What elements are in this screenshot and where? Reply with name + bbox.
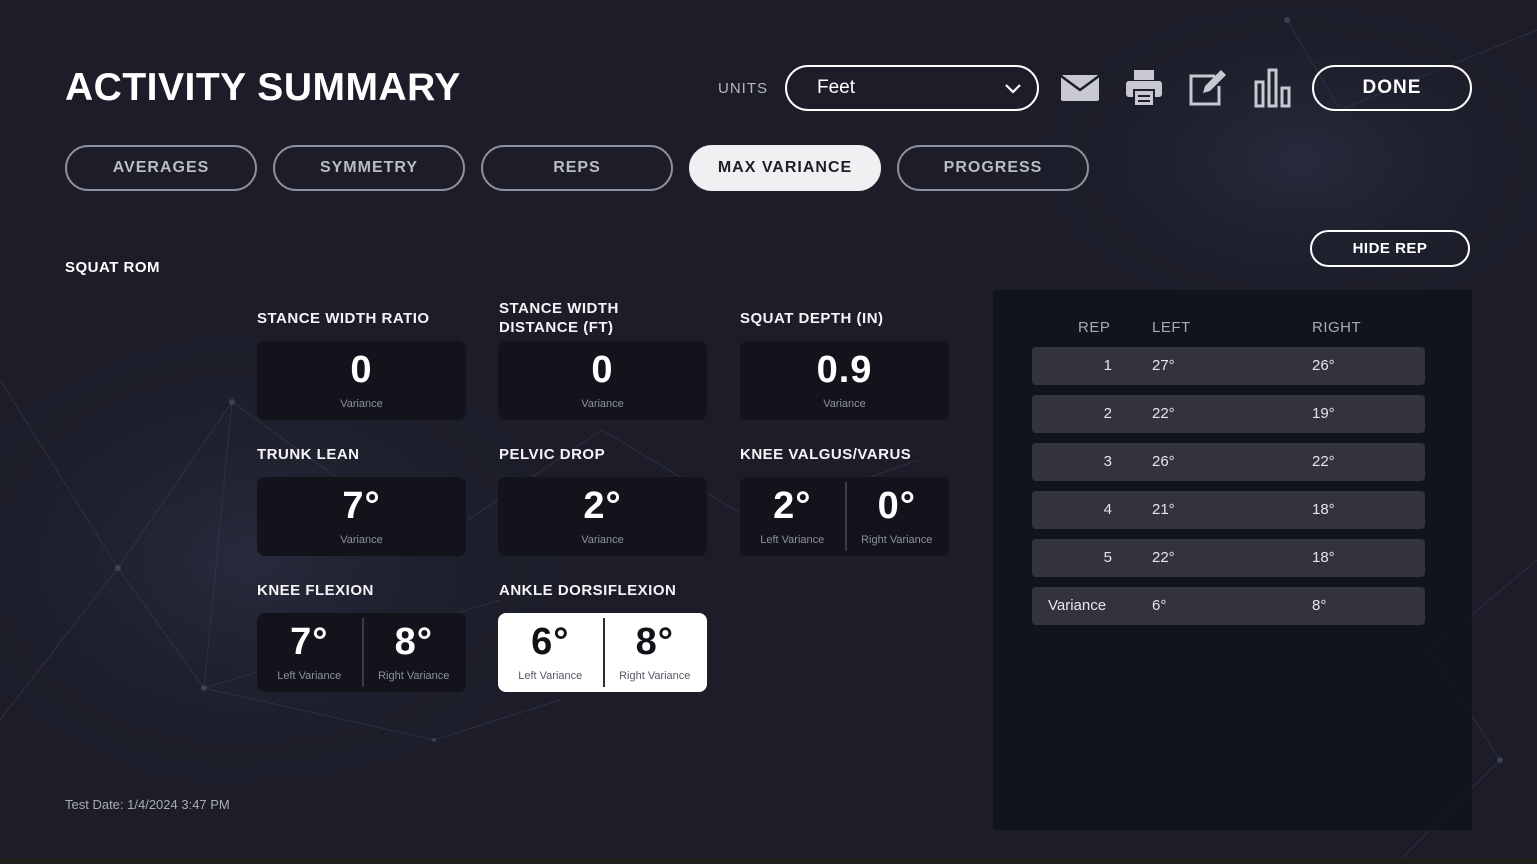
stance-width-distance-label-line2: DISTANCE (FT) [499,319,614,336]
rep-right-value: 19° [1312,405,1335,422]
ankle-dorsiflexion-card[interactable]: 6° Left Variance 8° Right Variance [498,613,707,692]
knee-flexion-left-sub: Left Variance [277,670,342,682]
knee-valgus-varus-right-sub: Right Variance [861,534,933,546]
units-dropdown[interactable]: Feet [785,65,1039,111]
tab-averages[interactable]: AVERAGES [65,145,257,191]
rep-right-value: 26° [1312,357,1335,374]
stance-width-distance-card: 0 Variance [498,341,707,420]
bottom-strip [0,858,1537,864]
tab-max-variance[interactable]: MAX VARIANCE [689,145,881,191]
squat-depth-value: 0.9 [816,349,873,391]
rep-row: 1 27° 26° [1032,347,1425,385]
knee-flexion-left-value: 7° [290,621,329,663]
email-button[interactable] [1058,67,1102,109]
bar-chart-icon [1254,68,1291,108]
knee-flexion-card: 7° Left Variance 8° Right Variance [257,613,466,692]
squat-depth-sub: Variance [823,398,866,410]
hide-rep-button[interactable]: HIDE REP [1310,230,1470,267]
stance-width-distance-label: STANCE WIDTH DISTANCE (FT) [499,299,709,337]
ankle-dorsiflexion-left-value: 6° [531,621,570,663]
rep-left-value: 22° [1152,405,1175,422]
stance-width-ratio-label: STANCE WIDTH RATIO [257,310,430,327]
knee-valgus-varus-label: KNEE VALGUS/VARUS [740,446,912,463]
rep-row: 5 22° 18° [1032,539,1425,577]
rep-left-value: 26° [1152,453,1175,470]
rep-right-value: 18° [1312,501,1335,518]
stance-width-ratio-sub: Variance [340,398,383,410]
stance-width-distance-label-line1: STANCE WIDTH [499,300,619,317]
right-column-header: RIGHT [1312,319,1362,336]
rep-right-value: 18° [1312,549,1335,566]
ankle-dorsiflexion-label: ANKLE DORSIFLEXION [499,582,677,599]
rep-number: 1 [1103,357,1112,374]
knee-valgus-varus-right-value: 0° [877,485,916,527]
trunk-lean-card: 7° Variance [257,477,466,556]
rep-left-value: 21° [1152,501,1175,518]
trunk-lean-sub: Variance [340,534,383,546]
variance-right-value: 8° [1312,597,1327,614]
knee-flexion-label: KNEE FLEXION [257,582,374,599]
rep-left-value: 27° [1152,357,1175,374]
edit-button[interactable] [1185,67,1229,109]
done-button[interactable]: DONE [1312,65,1472,111]
ankle-dorsiflexion-left-sub: Left Variance [518,670,583,682]
edit-icon [1189,70,1226,106]
knee-flexion-right-sub: Right Variance [378,670,450,682]
trunk-lean-label: TRUNK LEAN [257,446,360,463]
rep-number: 5 [1103,549,1112,566]
pelvic-drop-sub: Variance [581,534,624,546]
page-title: ACTIVITY SUMMARY [65,66,461,109]
squat-depth-card: 0.9 Variance [740,341,949,420]
rep-right-value: 22° [1312,453,1335,470]
knee-flexion-right-value: 8° [394,621,433,663]
tab-reps[interactable]: REPS [481,145,673,191]
trunk-lean-value: 7° [342,485,381,527]
stats-button[interactable] [1250,67,1294,109]
ankle-dorsiflexion-right-sub: Right Variance [619,670,691,682]
units-label: UNITS [718,80,768,97]
stance-width-distance-value: 0 [591,349,614,391]
knee-valgus-varus-card: 2° Left Variance 0° Right Variance [740,477,949,556]
rep-column-header: REP [1078,319,1111,336]
mail-icon [1060,74,1100,101]
print-button[interactable] [1122,67,1166,109]
tab-progress[interactable]: PROGRESS [897,145,1089,191]
rep-number: 2 [1103,405,1112,422]
pelvic-drop-label: PELVIC DROP [499,446,606,463]
tab-symmetry[interactable]: SYMMETRY [273,145,465,191]
units-selected-value: Feet [817,77,856,98]
rep-row: 2 22° 19° [1032,395,1425,433]
stance-width-ratio-value: 0 [350,349,373,391]
ankle-dorsiflexion-right-value: 8° [635,621,674,663]
pelvic-drop-value: 2° [583,485,622,527]
left-column-header: LEFT [1152,319,1191,336]
section-title: SQUAT ROM [65,259,161,276]
stance-width-distance-sub: Variance [581,398,624,410]
rep-row: 4 21° 18° [1032,491,1425,529]
rep-number: 4 [1103,501,1112,518]
rep-left-value: 22° [1152,549,1175,566]
stance-width-ratio-card: 0 Variance [257,341,466,420]
chevron-down-icon [1005,84,1021,94]
knee-valgus-varus-left-value: 2° [773,485,812,527]
variance-row: Variance 6° 8° [1032,587,1425,625]
rep-number: 3 [1103,453,1112,470]
rep-row: 3 26° 22° [1032,443,1425,481]
squat-depth-label: SQUAT DEPTH (IN) [740,310,884,327]
test-date: Test Date: 1/4/2024 3:47 PM [65,797,230,812]
variance-label: Variance [1048,597,1107,614]
variance-left-value: 6° [1152,597,1167,614]
pelvic-drop-card: 2° Variance [498,477,707,556]
print-icon [1126,70,1162,107]
knee-valgus-varus-left-sub: Left Variance [760,534,825,546]
